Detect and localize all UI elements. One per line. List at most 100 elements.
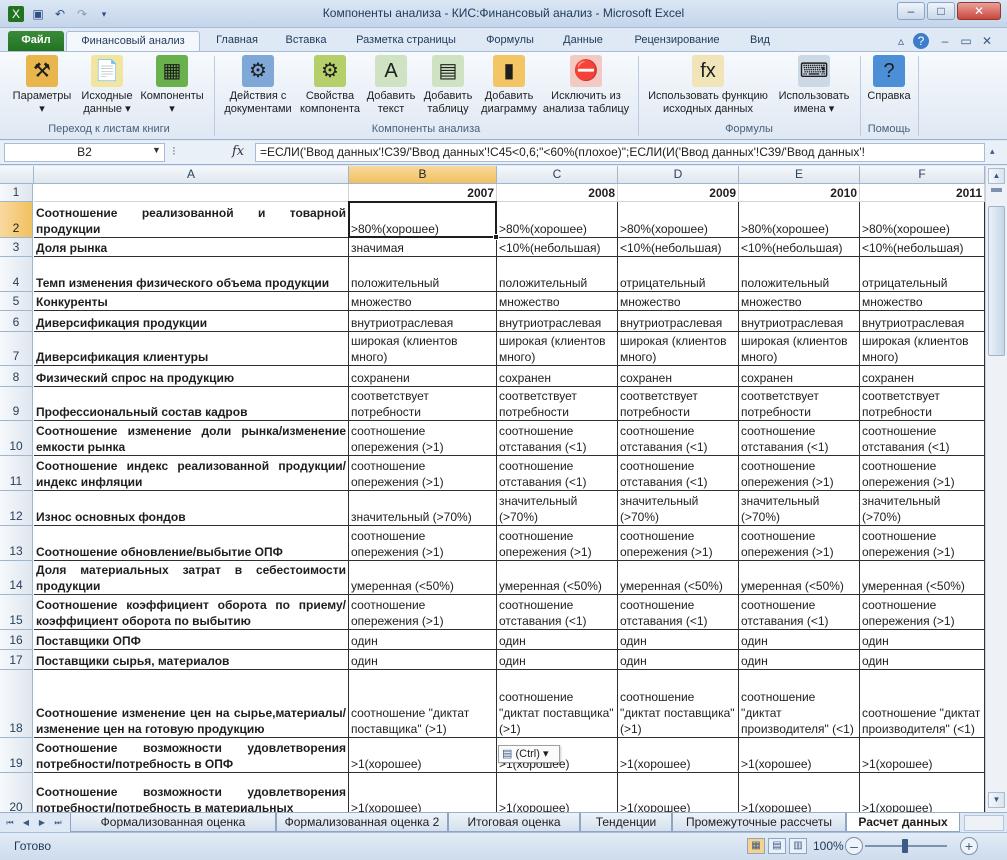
cell[interactable]: <10%(небольшая): [860, 238, 985, 257]
row-header[interactable]: 11: [0, 456, 33, 491]
tab-page-layout[interactable]: Разметка страницы: [344, 31, 468, 51]
cell[interactable]: один: [860, 630, 985, 650]
row-label-cell[interactable]: Доля материальных затрат в себестоимости…: [34, 561, 349, 595]
column-header-b[interactable]: B: [349, 166, 497, 184]
parameters-button[interactable]: ⚒ Параметры ▾: [8, 55, 76, 116]
sheet-tab-intermediate[interactable]: Промежуточные рассчеты: [672, 813, 846, 832]
collapse-ribbon-icon[interactable]: ▵: [893, 33, 909, 49]
scroll-thumb[interactable]: [988, 206, 1005, 356]
cell[interactable]: соотношение опережения (>1): [349, 421, 497, 456]
component-properties-button[interactable]: ⚙ Свойства компонента: [300, 55, 360, 116]
cell[interactable]: соотношение "диктат поставщика" (>1): [497, 670, 618, 738]
row-header[interactable]: 15: [0, 595, 33, 630]
row-header[interactable]: 20: [0, 773, 33, 812]
cell[interactable]: широкая (клиентов много): [497, 332, 618, 366]
cell[interactable]: >1(хорошее): [618, 738, 739, 773]
cell[interactable]: соотношение отставания (<1): [497, 421, 618, 456]
column-header-a[interactable]: A: [34, 166, 349, 184]
row-label-cell[interactable]: Соотношение возможности удовлетворения п…: [34, 773, 349, 812]
add-table-button[interactable]: ▤ Добавить таблицу: [420, 55, 476, 116]
row-header[interactable]: 12: [0, 491, 33, 526]
cell[interactable]: множество: [349, 292, 497, 311]
cell[interactable]: соотношение опережения (>1): [739, 526, 860, 561]
row-header[interactable]: 4: [0, 257, 33, 292]
cell[interactable]: один: [497, 630, 618, 650]
cell[interactable]: значительный (>70%): [860, 491, 985, 526]
row-header[interactable]: 19: [0, 738, 33, 773]
cell[interactable]: один: [860, 650, 985, 670]
workbook-close-icon[interactable]: ✕: [979, 33, 995, 49]
cell[interactable]: соответствует потребности: [497, 387, 618, 421]
cell[interactable]: сохранени: [349, 366, 497, 387]
row-label-cell[interactable]: Поставщики сырья, материалов: [34, 650, 349, 670]
cell[interactable]: один: [618, 650, 739, 670]
use-source-function-button[interactable]: fx Использовать функцию исходных данных: [644, 55, 772, 116]
row-label-cell[interactable]: Износ основных фондов: [34, 491, 349, 526]
cell[interactable]: >1(хорошее): [349, 738, 497, 773]
cell[interactable]: <10%(небольшая): [739, 238, 860, 257]
cell[interactable]: соотношение "диктат поставщика" (>1): [618, 670, 739, 738]
cell[interactable]: один: [497, 650, 618, 670]
cell[interactable]: значительный (>70%): [349, 491, 497, 526]
minimize-button[interactable]: –: [897, 2, 925, 20]
horizontal-scrollbar[interactable]: [964, 815, 1004, 831]
row-label-cell[interactable]: Конкуренты: [34, 292, 349, 311]
cell[interactable]: соотношение отставания (<1): [618, 456, 739, 491]
cell[interactable]: один: [618, 630, 739, 650]
row-label-cell[interactable]: Соотношение коэффициент оборота по прием…: [34, 595, 349, 630]
add-text-button[interactable]: A Добавить текст: [363, 55, 419, 116]
cell[interactable]: соотношение отставания (<1): [739, 421, 860, 456]
zoom-slider-thumb[interactable]: [902, 839, 908, 853]
row-header[interactable]: 1: [0, 184, 33, 202]
row-label-cell[interactable]: Доля рынка: [34, 238, 349, 257]
cell[interactable]: широкая (клиентов много): [618, 332, 739, 366]
row-label-cell[interactable]: Соотношение обновление/выбытие ОПФ: [34, 526, 349, 561]
cell[interactable]: соотношение отставания (<1): [618, 421, 739, 456]
cell[interactable]: положительный: [349, 257, 497, 292]
year-header-cell[interactable]: 2011: [860, 184, 985, 202]
scroll-up-arrow-icon[interactable]: ▲: [988, 168, 1005, 184]
tab-financial-analysis[interactable]: Финансовый анализ: [66, 31, 200, 51]
cell[interactable]: <10%(небольшая): [497, 238, 618, 257]
page-break-view-button[interactable]: ▥: [789, 838, 807, 854]
row-header[interactable]: 10: [0, 421, 33, 456]
row-header[interactable]: 13: [0, 526, 33, 561]
sheet-tab-final-assessment[interactable]: Итоговая оценка: [448, 813, 580, 832]
zoom-out-button[interactable]: –: [845, 837, 863, 855]
workbook-minimize-icon[interactable]: –: [937, 33, 953, 49]
row-label-cell[interactable]: Физический спрос на продукцию: [34, 366, 349, 387]
column-header-c[interactable]: C: [497, 166, 618, 184]
cell[interactable]: множество: [739, 292, 860, 311]
name-box[interactable]: B2: [4, 143, 165, 162]
next-sheet-arrow-icon[interactable]: ▶: [36, 816, 48, 830]
cell[interactable]: умеренная (<50%): [618, 561, 739, 595]
components-button[interactable]: ▦ Компоненты ▾: [135, 55, 209, 116]
cell[interactable]: умеренная (<50%): [860, 561, 985, 595]
cell[interactable]: внутриотраслевая: [349, 311, 497, 332]
cell[interactable]: множество: [860, 292, 985, 311]
cell[interactable]: умеренная (<50%): [349, 561, 497, 595]
cell[interactable]: умеренная (<50%): [497, 561, 618, 595]
cell[interactable]: соотношение отставания (<1): [497, 456, 618, 491]
tab-data[interactable]: Данные: [551, 31, 615, 51]
help-button[interactable]: ? Справка: [863, 55, 915, 103]
row-header[interactable]: 3: [0, 238, 33, 257]
cell[interactable]: соотношение опережения (>1): [860, 526, 985, 561]
expand-formula-bar-icon[interactable]: ▴: [990, 146, 995, 157]
cell[interactable]: соотношение "диктат поставщика" (>1): [349, 670, 497, 738]
cell[interactable]: соответствует потребности: [618, 387, 739, 421]
cell[interactable]: >80%(хорошее): [860, 202, 985, 238]
cell[interactable]: множество: [618, 292, 739, 311]
cell[interactable]: >1(хорошее): [739, 738, 860, 773]
select-all-corner[interactable]: [0, 166, 34, 184]
cell[interactable]: >1(хорошее): [497, 773, 618, 812]
last-sheet-arrow-icon[interactable]: ⏭: [52, 816, 64, 830]
year-header-cell[interactable]: 2008: [497, 184, 618, 202]
cell[interactable]: сохранен: [497, 366, 618, 387]
cell[interactable]: соотношение опережения (>1): [860, 595, 985, 630]
cell[interactable]: внутриотраслевая: [860, 311, 985, 332]
cell[interactable]: значительный (>70%): [618, 491, 739, 526]
cell[interactable]: один: [739, 630, 860, 650]
row-header[interactable]: 7: [0, 332, 33, 366]
cell[interactable]: соотношение опережения (>1): [739, 456, 860, 491]
